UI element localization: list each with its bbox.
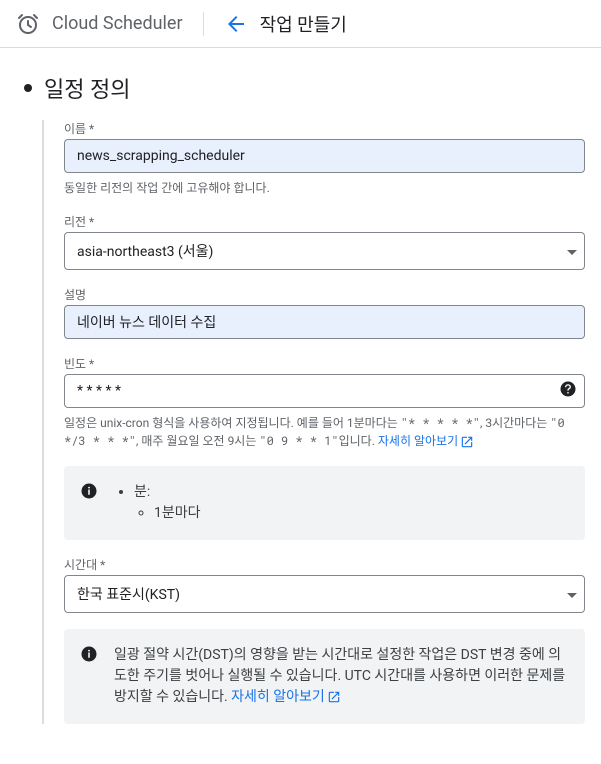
- region-select[interactable]: asia-northeast3 (서울): [64, 232, 585, 270]
- frequency-learn-more-link[interactable]: 자세히 알아보기: [378, 434, 474, 448]
- frequency-input[interactable]: [64, 374, 585, 408]
- name-field-group: 이름 * 동일한 리전의 작업 간에 고유해야 합니다.: [64, 120, 585, 197]
- section-bullet: [24, 84, 32, 92]
- external-link-icon: [460, 435, 474, 449]
- info-icon: [80, 645, 98, 708]
- back-button[interactable]: [224, 12, 248, 36]
- dst-warning-box: 일광 절약 시간(DST)의 영향을 받는 시간대로 설정한 작업은 DST 변…: [64, 629, 585, 724]
- clock-icon: [16, 12, 40, 36]
- timezone-field-group: 시간대 * 한국 표준시(KST): [64, 556, 585, 613]
- help-icon[interactable]: [559, 380, 577, 402]
- region-field-group: 리전 * asia-northeast3 (서울): [64, 213, 585, 270]
- dst-learn-more-link[interactable]: 자세히 알아보기: [231, 689, 341, 705]
- cron-preview-content: 분: 1분마다: [114, 482, 569, 524]
- description-label: 설명: [64, 286, 585, 303]
- page-title: 작업 만들기: [260, 11, 347, 37]
- external-link-icon: [327, 690, 341, 704]
- description-input[interactable]: [64, 305, 585, 339]
- timezone-select[interactable]: 한국 표준시(KST): [64, 575, 585, 613]
- cron-preview-box: 분: 1분마다: [64, 466, 585, 540]
- section-title: 일정 정의: [44, 72, 130, 104]
- info-icon: [80, 482, 98, 524]
- main-content: 일정 정의 이름 * 동일한 리전의 작업 간에 고유해야 합니다. 리전 * …: [0, 48, 601, 764]
- arrow-left-icon: [224, 12, 248, 36]
- name-label: 이름 *: [64, 120, 585, 137]
- description-field-group: 설명: [64, 286, 585, 339]
- frequency-label: 빈도 *: [64, 355, 585, 372]
- product-name: Cloud Scheduler: [52, 13, 183, 34]
- frequency-helper: 일정은 unix-cron 형식을 사용하여 지정됩니다. 예를 들어 1분마다…: [64, 414, 585, 450]
- name-helper: 동일한 리전의 작업 간에 고유해야 합니다.: [64, 179, 585, 197]
- dst-warning-content: 일광 절약 시간(DST)의 영향을 받는 시간대로 설정한 작업은 DST 변…: [114, 645, 569, 708]
- product-logo: [16, 12, 40, 36]
- frequency-field-group: 빈도 * 일정은 unix-cron 형식을 사용하여 지정됩니다. 예를 들어…: [64, 355, 585, 450]
- timezone-label: 시간대 *: [64, 556, 585, 573]
- page-header: Cloud Scheduler 작업 만들기: [0, 0, 601, 48]
- region-label: 리전 *: [64, 213, 585, 230]
- name-input[interactable]: [64, 139, 585, 173]
- section-header: 일정 정의: [16, 72, 585, 104]
- header-divider: [203, 12, 204, 36]
